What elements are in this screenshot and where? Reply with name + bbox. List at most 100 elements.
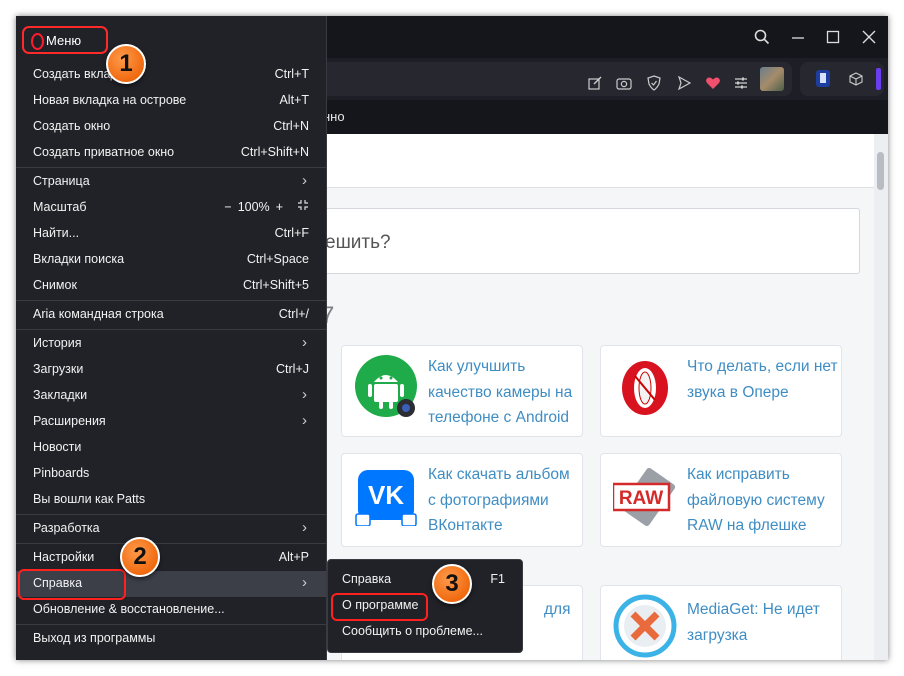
menu-item-shortcut: Ctrl+Shift+5 bbox=[242, 278, 309, 292]
menu-item-bookmarks[interactable]: Закладки › bbox=[16, 383, 326, 409]
address-bar[interactable] bbox=[316, 62, 792, 96]
menu-item-label: Обновление & восстановление... bbox=[33, 602, 225, 616]
menu-item-history[interactable]: История › bbox=[16, 331, 326, 357]
zoom-in-button[interactable]: + bbox=[276, 200, 283, 214]
submenu-item-label: Сообщить о проблеме... bbox=[342, 624, 483, 638]
menu-item-label: Снимок bbox=[33, 278, 77, 292]
article-card[interactable]: RAW Как исправить файловую систему RAW н… bbox=[600, 453, 842, 547]
send-icon[interactable] bbox=[674, 73, 694, 93]
menu-item-page[interactable]: Страница › bbox=[16, 169, 326, 195]
menu-item-pinboards[interactable]: Pinboards bbox=[16, 461, 326, 487]
maximize-icon[interactable] bbox=[816, 22, 850, 52]
heart-icon[interactable] bbox=[703, 73, 723, 93]
menu-item-label: Pinboards bbox=[33, 466, 90, 480]
chevron-right-icon: › bbox=[302, 519, 307, 536]
menu-item-label: История bbox=[33, 336, 82, 350]
menu-separator bbox=[16, 624, 326, 625]
fullscreen-icon[interactable] bbox=[297, 199, 309, 214]
shield-icon[interactable] bbox=[644, 73, 664, 93]
menu-item-shortcut: Ctrl+N bbox=[273, 119, 309, 133]
menu-item-new-window[interactable]: Создать окно Ctrl+N bbox=[16, 114, 326, 140]
cube-extension-icon[interactable] bbox=[846, 69, 866, 89]
article-title[interactable]: Как улучшить качество камеры на телефоне… bbox=[428, 354, 580, 431]
menu-item-update-recovery[interactable]: Обновление & восстановление... bbox=[16, 597, 326, 623]
opera-icon bbox=[613, 354, 677, 418]
zoom-out-button[interactable]: − bbox=[224, 200, 231, 214]
step-badge-2: 2 bbox=[120, 537, 160, 577]
profile-avatar[interactable] bbox=[760, 67, 784, 91]
article-title[interactable]: MediaGet: Не идет загрузка bbox=[687, 597, 839, 648]
menu-item-shortcut: Ctrl+J bbox=[276, 362, 309, 376]
menu-item-downloads[interactable]: Загрузки Ctrl+J bbox=[16, 357, 326, 383]
menu-item-new-tab[interactable]: Создать вкладку Ctrl+T bbox=[16, 62, 326, 88]
submenu-item-label: Справка bbox=[342, 572, 392, 586]
menu-item-label: Вы вошли как Patts bbox=[33, 492, 146, 506]
menu-item-label: Создать приватное окно bbox=[33, 145, 175, 159]
zoom-value: 100% bbox=[237, 199, 270, 214]
easy-setup-icon[interactable] bbox=[731, 73, 751, 93]
menu-item-developer[interactable]: Разработка › bbox=[16, 516, 326, 542]
menu-item-shortcut: Alt+T bbox=[279, 93, 309, 107]
sidebar-toggle[interactable] bbox=[876, 68, 881, 90]
menu-item-shortcut: Alt+P bbox=[278, 550, 309, 564]
article-title[interactable]: Как скачать альбом с фотографиями ВКонта… bbox=[428, 462, 580, 539]
chevron-right-icon: › bbox=[302, 412, 307, 429]
menu-item-label: Масштаб bbox=[33, 200, 87, 214]
android-icon bbox=[354, 354, 418, 418]
menu-separator bbox=[16, 329, 326, 330]
opera-logo-icon bbox=[31, 33, 44, 50]
menu-item-search-tabs[interactable]: Вкладки поиска Ctrl+Space bbox=[16, 247, 326, 273]
menu-item-private-window[interactable]: Создать приватное окно Ctrl+Shift+N bbox=[16, 140, 326, 166]
menu-item-label: Закладки bbox=[33, 388, 88, 402]
scrollbar[interactable] bbox=[874, 134, 888, 660]
article-card[interactable]: Как улучшить качество камеры на телефоне… bbox=[341, 345, 583, 437]
menu-item-label: Вкладки поиска bbox=[33, 252, 125, 266]
raw-label: RAW bbox=[619, 488, 663, 509]
close-icon[interactable] bbox=[852, 22, 886, 52]
chevron-right-icon: › bbox=[302, 334, 307, 351]
submenu-item-report-problem[interactable]: Сообщить о проблеме... bbox=[328, 619, 522, 645]
menu-item-aria[interactable]: Aria командная строка Ctrl+/ bbox=[16, 302, 326, 328]
menu-separator bbox=[16, 300, 326, 301]
search-tabs-icon[interactable] bbox=[745, 22, 779, 52]
menu-item-label: Выход из программы bbox=[33, 631, 156, 645]
menu-item-settings[interactable]: Настройки Alt+P bbox=[16, 545, 326, 571]
menu-item-label: Загрузки bbox=[33, 362, 84, 376]
vpn-extension-icon[interactable] bbox=[816, 70, 830, 87]
menu-item-snapshot[interactable]: Снимок Ctrl+Shift+5 bbox=[16, 273, 326, 299]
submenu-item-help[interactable]: Справка F1 bbox=[328, 567, 522, 593]
edit-icon[interactable] bbox=[585, 73, 605, 93]
menu-item-extensions[interactable]: Расширения › bbox=[16, 409, 326, 435]
menu-item-shortcut: Ctrl+Space bbox=[246, 252, 309, 266]
menu-item-shortcut: Ctrl+Shift+N bbox=[240, 145, 309, 159]
camera-icon[interactable] bbox=[614, 73, 634, 93]
menu-item-new-island-tab[interactable]: Новая вкладка на острове Alt+T bbox=[16, 88, 326, 114]
article-title[interactable]: Что делать, если нет звука в Опере bbox=[687, 354, 839, 405]
menu-item-label: Новости bbox=[33, 440, 82, 454]
menu-item-label: Создать окно bbox=[33, 119, 111, 133]
article-card[interactable]: VK Как скачать альбом с фотографиями ВКо… bbox=[341, 453, 583, 547]
menu-item-find[interactable]: Найти... Ctrl+F bbox=[16, 221, 326, 247]
menu-item-news[interactable]: Новости bbox=[16, 435, 326, 461]
menu-item-exit[interactable]: Выход из программы bbox=[16, 626, 326, 652]
menu-button[interactable]: Меню bbox=[22, 26, 108, 54]
menu-item-signed-in[interactable]: Вы вошли как Patts bbox=[16, 487, 326, 513]
menu-separator bbox=[16, 167, 326, 168]
zoom-control: − 100% + bbox=[224, 199, 309, 214]
scrollbar-thumb[interactable] bbox=[877, 152, 884, 190]
mediaget-icon bbox=[613, 594, 677, 658]
step-badge-1: 1 bbox=[106, 44, 146, 84]
chevron-right-icon: › bbox=[302, 574, 307, 591]
article-card[interactable]: MediaGet: Не идет загрузка bbox=[600, 585, 842, 660]
menu-item-shortcut: Ctrl+F bbox=[274, 226, 309, 240]
search-text: ешить? bbox=[325, 232, 391, 253]
step-badge-3: 3 bbox=[432, 564, 472, 604]
chevron-right-icon: › bbox=[302, 172, 307, 189]
menu-separator bbox=[16, 543, 326, 544]
article-title[interactable]: Как исправить файловую систему RAW на фл… bbox=[687, 462, 839, 539]
menu-item-label: Расширения bbox=[33, 414, 106, 428]
minimize-icon[interactable] bbox=[781, 22, 815, 52]
article-title[interactable]: для bbox=[544, 597, 580, 623]
article-card[interactable]: Что делать, если нет звука в Опере bbox=[600, 345, 842, 437]
help-highlight bbox=[18, 569, 126, 600]
